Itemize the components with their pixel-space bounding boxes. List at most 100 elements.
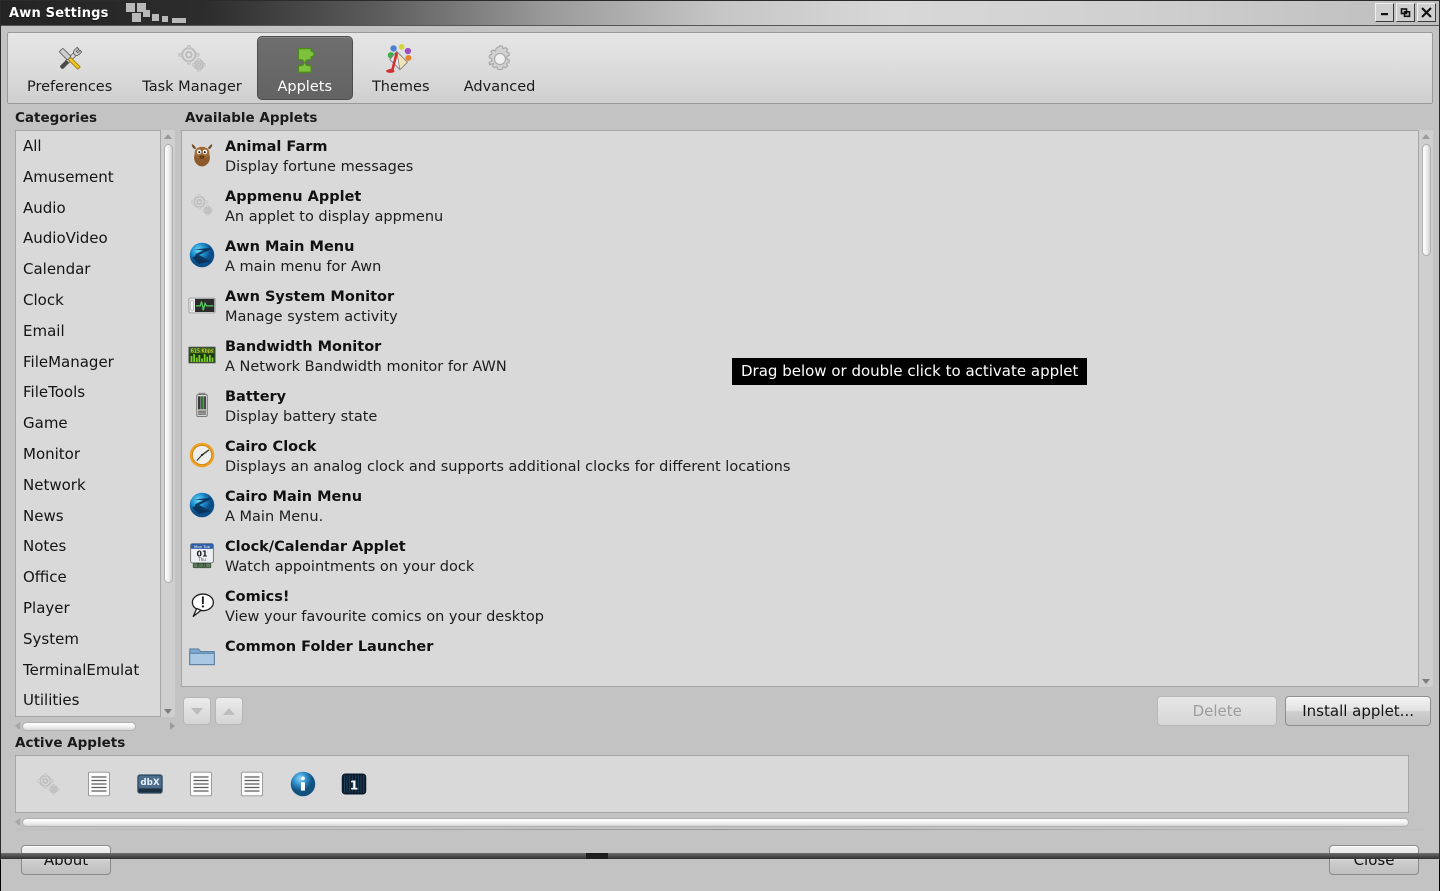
move-down-button[interactable]	[183, 697, 211, 726]
applets-scrollbar[interactable]	[1419, 130, 1433, 688]
applet-list-item[interactable]: Cairo Main Menu A Main Menu.	[182, 483, 1418, 533]
category-item-calendar[interactable]: Calendar	[16, 254, 160, 285]
category-item-amusement[interactable]: Amusement	[16, 162, 160, 193]
category-item-filetools[interactable]: FileTools	[16, 377, 160, 408]
category-item-game[interactable]: Game	[16, 408, 160, 439]
active-applets-hscrollbar[interactable]	[15, 815, 1409, 829]
category-item-clock[interactable]: Clock	[16, 285, 160, 316]
folder-icon	[189, 648, 215, 666]
scroll-track[interactable]	[161, 142, 175, 705]
document-lines-icon	[190, 771, 212, 797]
active-applet-appmenu[interactable]	[34, 770, 62, 798]
category-item-player[interactable]: Player	[16, 593, 160, 624]
category-item-network[interactable]: Network	[16, 470, 160, 501]
tab-applets[interactable]: Applets	[256, 36, 353, 100]
category-item-notes[interactable]: Notes	[16, 531, 160, 562]
about-button[interactable]: About	[21, 845, 111, 876]
active-applet-1[interactable]: 1	[340, 770, 368, 798]
tab-advanced[interactable]: Advanced	[449, 36, 551, 100]
scroll-down-arrow[interactable]	[1419, 675, 1433, 687]
active-applet-document[interactable]	[238, 770, 266, 798]
scroll-up-arrow[interactable]	[1419, 130, 1433, 142]
applet-list-item[interactable]: Animal Farm Display fortune messages	[182, 133, 1418, 183]
tab-task-manager[interactable]: Task Manager	[127, 36, 256, 100]
applet-tooltip: Drag below or double click to activate a…	[732, 358, 1088, 385]
active-applet-info[interactable]	[289, 770, 317, 798]
scroll-track[interactable]	[1419, 142, 1433, 675]
minimize-button[interactable]	[1375, 3, 1394, 22]
applet-name: Appmenu Applet	[225, 189, 362, 205]
applet-list-item[interactable]: Comics! View your favourite comics on you…	[182, 583, 1418, 633]
scroll-thumb[interactable]	[1422, 144, 1431, 256]
applet-description: A Network Bandwidth monitor for AWN	[225, 359, 507, 375]
scroll-thumb[interactable]	[164, 144, 173, 584]
categories-hscrollbar[interactable]	[15, 719, 175, 733]
document-lines-icon	[241, 771, 263, 797]
category-item-audiovideo[interactable]: AudioVideo	[16, 223, 160, 254]
awn-logo-icon	[188, 241, 216, 269]
category-item-audio[interactable]: Audio	[16, 193, 160, 224]
tools-icon	[58, 46, 82, 70]
move-up-button[interactable]	[215, 697, 243, 726]
categories-list[interactable]: All Amusement Audio AudioVideo Calendar Clock…	[15, 130, 161, 718]
category-item-email[interactable]: Email	[16, 316, 160, 347]
install-applet-button[interactable]: Install applet...	[1285, 696, 1431, 727]
category-item-news[interactable]: News	[16, 501, 160, 532]
tab-advanced-label: Advanced	[463, 78, 536, 95]
hscroll-thumb[interactable]	[22, 721, 136, 731]
applet-list-item[interactable]: Cairo Clock Displays an analog clock and …	[182, 433, 1418, 483]
hscroll-left-arrow[interactable]	[15, 722, 20, 731]
categories-scrollbar[interactable]	[161, 130, 175, 718]
applet-list-item[interactable]: Mon Tue 01 Thu 8:31 Clock/Calendar Applet Wat…	[182, 533, 1418, 583]
maximize-button[interactable]	[1396, 3, 1415, 22]
category-item-office[interactable]: Office	[16, 562, 160, 593]
active-applets-dock[interactable]: dbX 1	[15, 755, 1409, 814]
categories-list-wrapper: All Amusement Audio AudioVideo Calendar Clock…	[7, 130, 175, 718]
active-applet-document[interactable]	[187, 770, 215, 798]
category-item-all[interactable]: All	[16, 131, 160, 162]
category-item-terminalemulat[interactable]: TerminalEmulat	[16, 655, 160, 686]
active-applets-section: Active Applets dbX 1	[7, 733, 1433, 829]
window-title: Awn Settings	[9, 5, 109, 21]
svg-text:Thu: Thu	[197, 557, 206, 562]
hscroll-track[interactable]	[22, 721, 168, 732]
scroll-up-arrow[interactable]	[161, 130, 175, 142]
hscroll-track[interactable]	[22, 817, 1409, 828]
active-applet-dbx[interactable]: dbX	[136, 770, 164, 798]
delete-button[interactable]: Delete	[1157, 696, 1278, 727]
category-item-monitor[interactable]: Monitor	[16, 439, 160, 470]
close-button[interactable]	[1417, 3, 1436, 22]
gears-icon	[178, 44, 206, 71]
applet-description: Watch appointments on your dock	[225, 559, 475, 575]
applets-list[interactable]: Animal Farm Display fortune messages Appme…	[181, 130, 1419, 688]
category-item-filemanager[interactable]: FileManager	[16, 347, 160, 378]
hscroll-left-arrow[interactable]	[15, 818, 20, 827]
category-item-utilities[interactable]: Utilities	[16, 685, 160, 716]
category-item-system[interactable]: System	[16, 624, 160, 655]
active-applet-document[interactable]	[85, 770, 113, 798]
applet-description: Display fortune messages	[225, 159, 414, 175]
applet-description: A main menu for Awn	[225, 259, 382, 275]
applet-list-item[interactable]: Awn System Monitor Manage system activity	[182, 283, 1418, 333]
hscroll-thumb[interactable]	[22, 817, 1409, 827]
pager-one-icon: 1	[341, 773, 367, 795]
close-dialog-button[interactable]: Close	[1329, 845, 1419, 876]
chevron-up-icon	[223, 707, 235, 715]
scroll-down-arrow[interactable]	[161, 705, 175, 717]
window-bottom-notch	[586, 853, 608, 859]
tab-preferences[interactable]: Preferences	[12, 36, 127, 100]
applets-list-wrapper: Animal Farm Display fortune messages Appme…	[181, 130, 1433, 688]
awn-settings-window: Awn Settings Preferences Task Manager Ap…	[0, 0, 1440, 891]
applet-name: Awn Main Menu	[225, 239, 355, 255]
applet-list-item[interactable]: Awn Main Menu A main menu for Awn	[182, 233, 1418, 283]
applet-list-item[interactable]: Battery Display battery state	[182, 383, 1418, 433]
reorder-buttons	[181, 697, 243, 726]
title-bar[interactable]: Awn Settings	[1, 1, 1439, 26]
minimize-icon	[1381, 13, 1388, 16]
applet-actions: Delete Install applet...	[1157, 696, 1431, 727]
applet-list-item[interactable]: Appmenu Applet An applet to display appme…	[182, 183, 1418, 233]
applet-list-item[interactable]: Common Folder Launcher	[182, 633, 1418, 683]
applet-description: Displays an analog clock and supports ad…	[225, 459, 791, 475]
tab-themes[interactable]: Themes	[353, 36, 449, 100]
applet-description: A Main Menu.	[225, 509, 324, 525]
